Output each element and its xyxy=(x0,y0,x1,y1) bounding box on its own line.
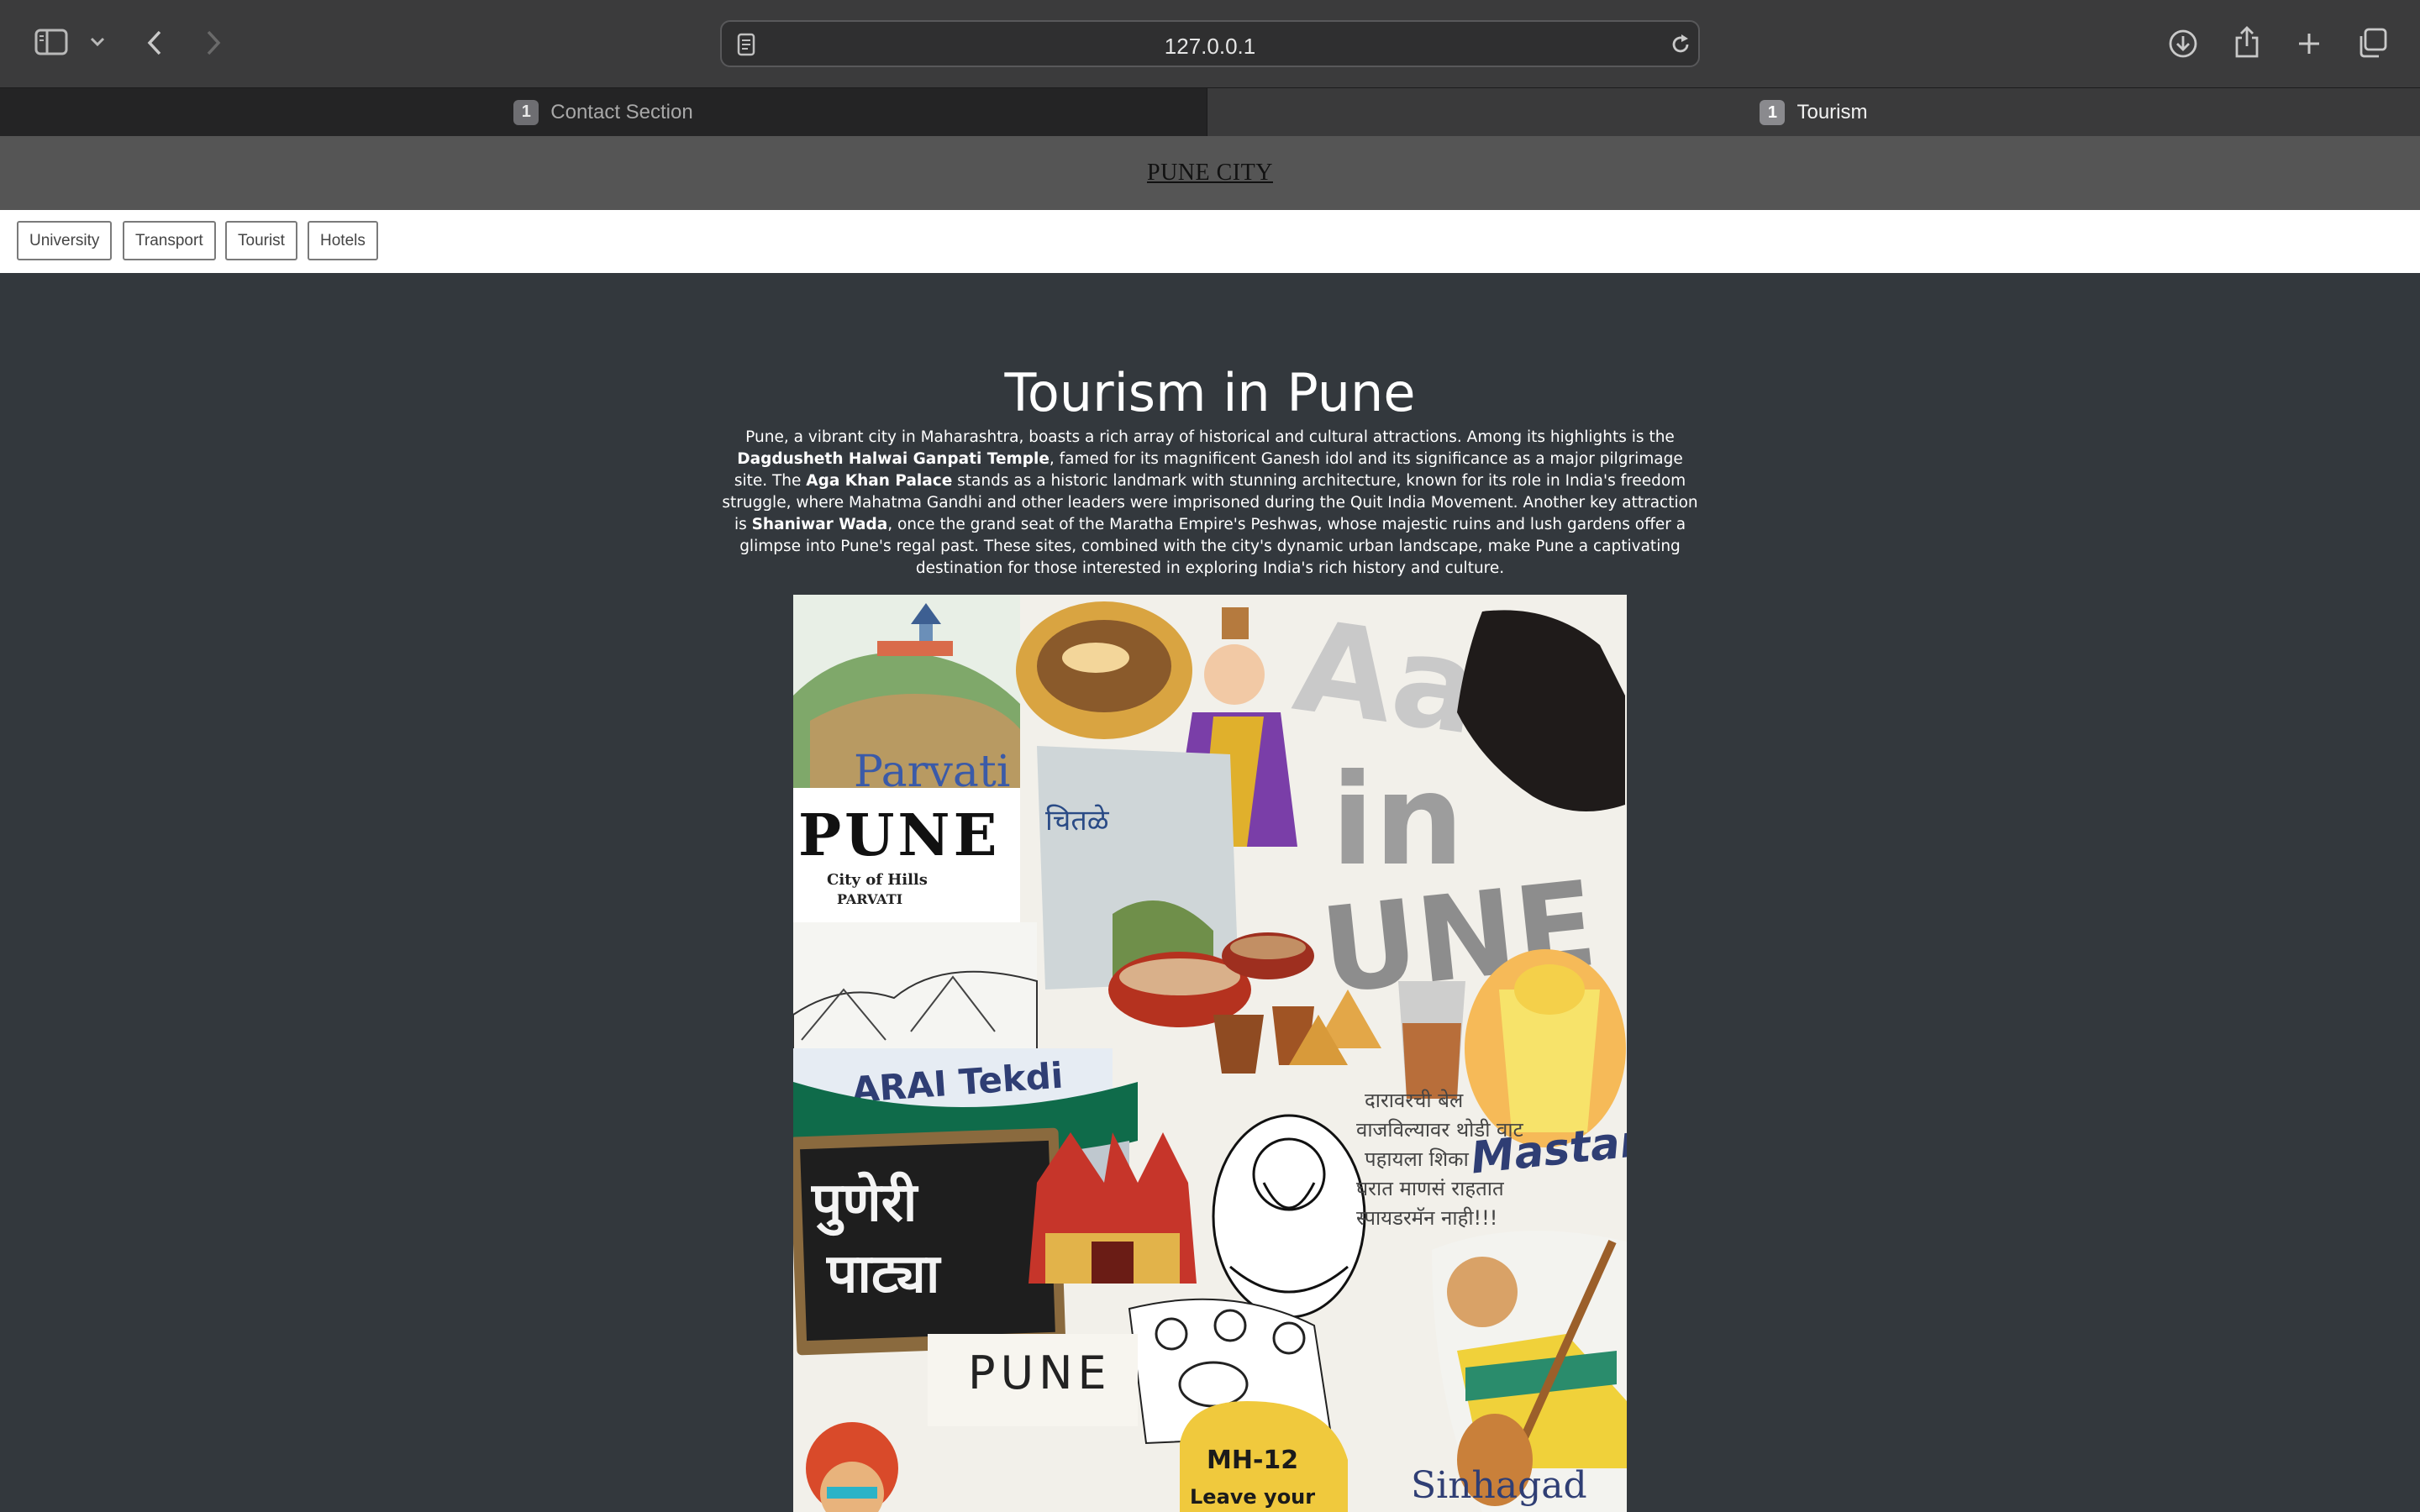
collage-label-mh12: MH-12 xyxy=(1207,1446,1298,1475)
pune-collage-image: Parvati Aai in UNE PUNE City of Hills PA… xyxy=(793,595,1627,1512)
collage-label-marathi-5: स्पायडरमॅन नाही!!! xyxy=(1356,1206,1497,1230)
tab-bar: 1 Contact Section 1 Tourism xyxy=(0,87,2420,137)
collage-label-leave: Leave your xyxy=(1190,1485,1315,1509)
new-tab-plus-icon[interactable] xyxy=(2292,27,2326,60)
collage-label-chitale: चितळे xyxy=(1045,804,1110,837)
back-arrow-icon[interactable] xyxy=(141,27,168,59)
share-icon[interactable] xyxy=(2230,24,2264,60)
browser-toolbar: 127.0.0.1 xyxy=(0,0,2420,87)
tab-overview-icon[interactable] xyxy=(2354,25,2390,60)
intro-text-1: Pune, a vibrant city in Maharashtra, boa… xyxy=(745,428,1675,446)
intro-paragraph: Pune, a vibrant city in Maharashtra, boa… xyxy=(718,427,1702,580)
collage-label-puneri-2: पाट्या xyxy=(826,1243,942,1305)
collage-label-pune-bottom: PUNE xyxy=(968,1347,1112,1399)
collage-label-marathi-1: दारावरची बेल xyxy=(1365,1089,1464,1112)
nav-tourist-button[interactable]: Tourist xyxy=(225,221,297,260)
main-content: Tourism in Pune Pune, a vibrant city in … xyxy=(0,273,2420,1512)
tab-tourism[interactable]: 1 Tourism xyxy=(1207,88,2420,137)
collage-label-parvati-small: PARVATI xyxy=(837,891,902,907)
intro-bold-aga-khan: Aga Khan Palace xyxy=(806,472,953,490)
chevron-down-icon[interactable] xyxy=(87,32,108,52)
collage-label-city-of-hills: City of Hills xyxy=(827,871,928,889)
collage-label-marathi-3: पहायला शिका xyxy=(1365,1147,1470,1171)
url-text[interactable]: 127.0.0.1 xyxy=(722,34,1698,60)
tab-contact-section[interactable]: 1 Contact Section xyxy=(0,88,1207,137)
intro-bold-shaniwar: Shaniwar Wada xyxy=(751,516,888,533)
site-header: PUNE CITY xyxy=(0,136,2420,210)
figure-with-sitar-illustration xyxy=(1447,1257,1518,1327)
tab-badge: 1 xyxy=(1760,100,1786,125)
nav-hotels-button[interactable]: Hotels xyxy=(308,221,378,260)
collage-label-puneri-1: पुणेरी xyxy=(811,1171,919,1236)
nav-university-button[interactable]: University xyxy=(17,221,113,260)
ganpati-sketch-illustration xyxy=(1212,1114,1366,1319)
chai-cup-illustration xyxy=(1213,1015,1264,1074)
tab-label: Tourism xyxy=(1797,101,1868,123)
reload-icon[interactable] xyxy=(1668,32,1693,57)
page-heading: Tourism in Pune xyxy=(1004,362,1416,423)
collage-label-sinhagad: Sinhagad xyxy=(1411,1464,1587,1507)
tab-badge: 1 xyxy=(513,99,539,125)
nav-transport-button[interactable]: Transport xyxy=(123,221,216,260)
address-bar[interactable]: 127.0.0.1 xyxy=(720,20,1700,67)
woman-figure-illustration xyxy=(1204,644,1265,705)
site-nav: University Transport Tourist Hotels xyxy=(0,210,2420,273)
download-icon[interactable] xyxy=(2166,27,2200,60)
collage-label-pune-big: PUNE xyxy=(798,802,1000,869)
sidebar-toggle-icon[interactable] xyxy=(34,27,69,57)
forward-arrow-icon[interactable] xyxy=(200,27,227,59)
site-title-link[interactable]: PUNE CITY xyxy=(1147,160,1273,186)
intro-bold-dagdusheth: Dagdusheth Halwai Ganpati Temple xyxy=(737,450,1050,468)
tab-label: Contact Section xyxy=(550,100,693,123)
